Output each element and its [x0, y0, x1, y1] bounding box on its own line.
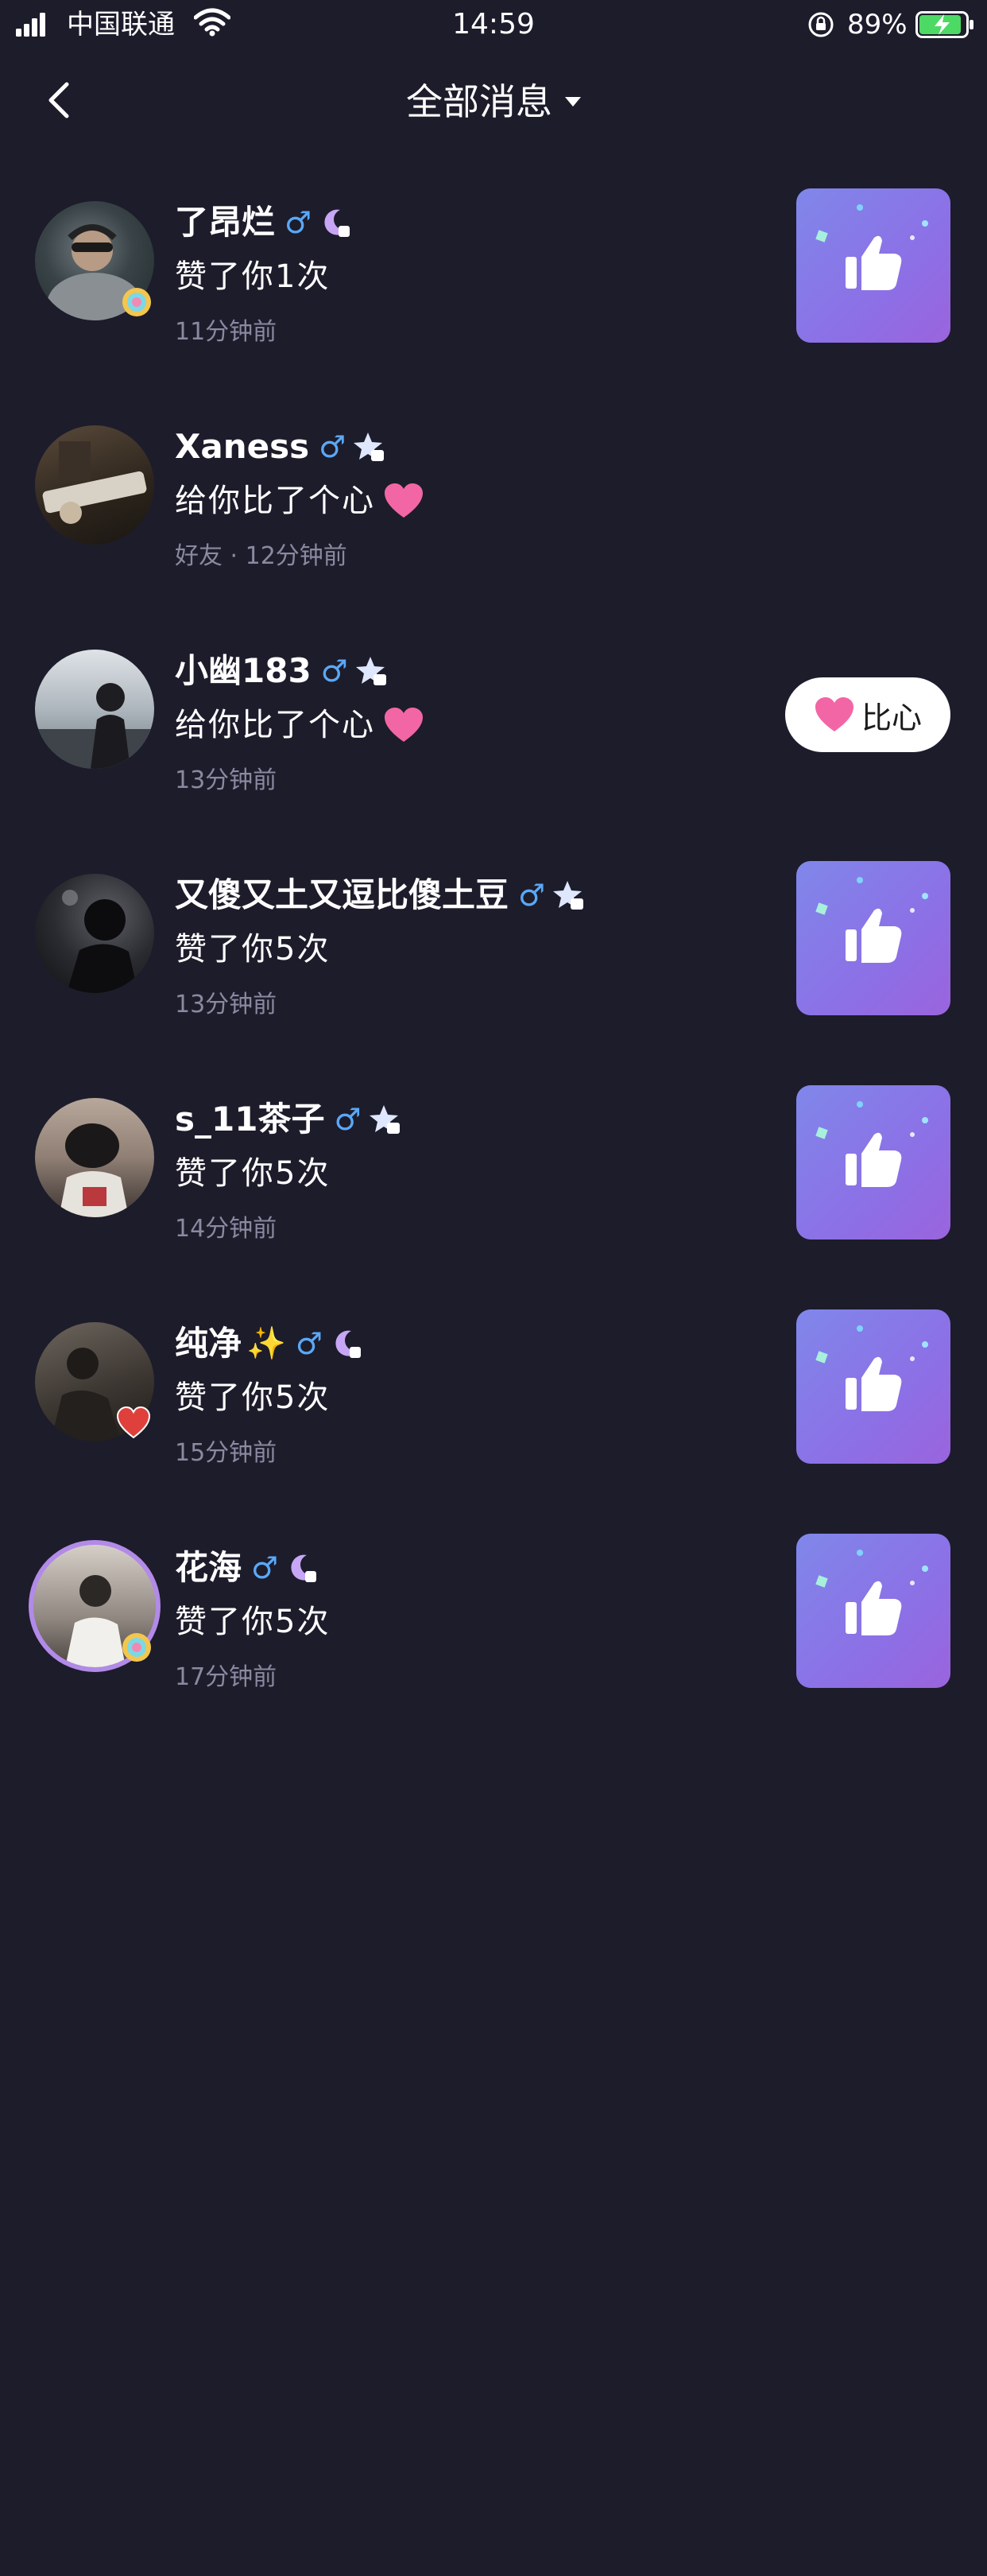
male-symbol-icon: ♂ [518, 878, 546, 913]
send-heart-label: 比心 [861, 700, 922, 735]
status-bar: 中国联通 14:59 89% [0, 0, 987, 49]
user-name[interactable]: 了昂烂 [175, 200, 275, 245]
star-level-badge-icon [355, 657, 386, 685]
message-action: 赞了你5次 [175, 1379, 331, 1416]
message-time: 13分钟前 [175, 991, 277, 1018]
avatar[interactable] [35, 425, 154, 545]
male-symbol-icon: ♂ [295, 1326, 323, 1361]
thumbs-up-icon [815, 1325, 928, 1411]
message-time: 15分钟前 [175, 1439, 277, 1467]
list-item[interactable]: 花海 ♂ 赞了你5次 17分钟前 [0, 1511, 987, 1735]
star-level-badge-icon [553, 881, 584, 910]
male-symbol-icon: ♂ [320, 654, 348, 689]
nav-bar: 全部消息 [0, 49, 987, 153]
thumbs-up-icon [815, 877, 928, 963]
list-item[interactable]: 纯净 ✨ ♂ 赞了你5次 15分钟前 [0, 1286, 987, 1511]
message-time: 14分钟前 [175, 1215, 277, 1243]
message-action: 给你比了个心 [175, 483, 375, 519]
message-action: 给你比了个心 [175, 707, 375, 743]
page-title: 全部消息 [406, 80, 552, 123]
send-heart-button[interactable]: 比心 [785, 677, 950, 752]
list-item[interactable]: 小幽183 ♂ 给你比了个心 13分钟前 比心 [0, 614, 987, 838]
message-list: 了昂烂 ♂ 赞了你1次 11分钟前 Xaness ♂ 给你比了个心 好友 · 1… [0, 165, 987, 1735]
like-thumbnail-button[interactable] [796, 188, 950, 343]
clock: 14:59 [452, 8, 535, 41]
message-time: 17分钟前 [175, 1663, 277, 1691]
heart-frame-badge-icon [118, 2541, 153, 2576]
list-item[interactable]: 了昂烂 ♂ 赞了你1次 11分钟前 [0, 165, 987, 390]
thumbs-up-icon [815, 204, 928, 290]
moon-level-badge-icon [335, 1330, 361, 1358]
male-symbol-icon: ♂ [319, 429, 346, 464]
moon-level-badge-icon [291, 1554, 317, 1582]
male-symbol-icon: ♂ [284, 205, 312, 240]
heart-icon [385, 708, 423, 742]
like-thumbnail-button[interactable] [796, 1085, 950, 1240]
message-time: 11分钟前 [175, 318, 277, 346]
rotation-lock-icon [808, 12, 834, 37]
list-item[interactable]: 又傻又土又逗比傻土豆 ♂ 赞了你5次 13分钟前 [0, 838, 987, 1062]
male-symbol-icon: ♂ [334, 1102, 362, 1137]
heart-icon [815, 697, 853, 731]
heart-icon [385, 483, 423, 518]
message-action: 赞了你5次 [175, 1155, 331, 1192]
like-thumbnail-button[interactable] [796, 1309, 950, 1464]
message-action: 赞了你1次 [175, 258, 331, 295]
message-action: 赞了你5次 [175, 931, 331, 968]
user-name[interactable]: s_11茶子 [175, 1097, 324, 1142]
avatar[interactable] [35, 1098, 154, 1217]
user-name[interactable]: 花海 [175, 1546, 242, 1590]
star-level-badge-icon [369, 1105, 400, 1134]
user-name[interactable]: Xaness [175, 425, 309, 469]
message-time: 好友 · 12分钟前 [175, 542, 347, 570]
caret-down-icon [565, 96, 581, 107]
avatar-frame-badge-icon [122, 288, 151, 316]
party-frame-badge-icon [122, 1633, 151, 1662]
battery-percent: 89% [847, 9, 908, 41]
thumbs-up-icon [815, 1550, 928, 1635]
message-time: 13分钟前 [175, 766, 277, 794]
message-action: 赞了你5次 [175, 1604, 331, 1640]
like-thumbnail-button[interactable] [796, 1534, 950, 1688]
like-thumbnail-button[interactable] [796, 861, 950, 1015]
message-filter-dropdown[interactable]: 全部消息 [0, 78, 987, 126]
battery-charging-icon [915, 11, 973, 38]
user-name[interactable]: 纯净 [175, 1321, 242, 1366]
user-name[interactable]: 小幽183 [175, 649, 312, 693]
avatar[interactable] [35, 650, 154, 769]
list-item[interactable]: Xaness ♂ 给你比了个心 好友 · 12分钟前 [0, 390, 987, 614]
male-symbol-icon: ♂ [251, 1550, 279, 1585]
heart-gem-badge-icon [116, 1406, 151, 1439]
list-item[interactable]: s_11茶子 ♂ 赞了你5次 14分钟前 [0, 1062, 987, 1286]
sparkles-icon: ✨ [246, 1325, 286, 1362]
avatar[interactable] [35, 874, 154, 993]
user-name[interactable]: 又傻又土又逗比傻土豆 [175, 873, 509, 918]
star-level-badge-icon [354, 433, 385, 461]
thumbs-up-icon [815, 1101, 928, 1187]
moon-level-badge-icon [324, 209, 350, 237]
